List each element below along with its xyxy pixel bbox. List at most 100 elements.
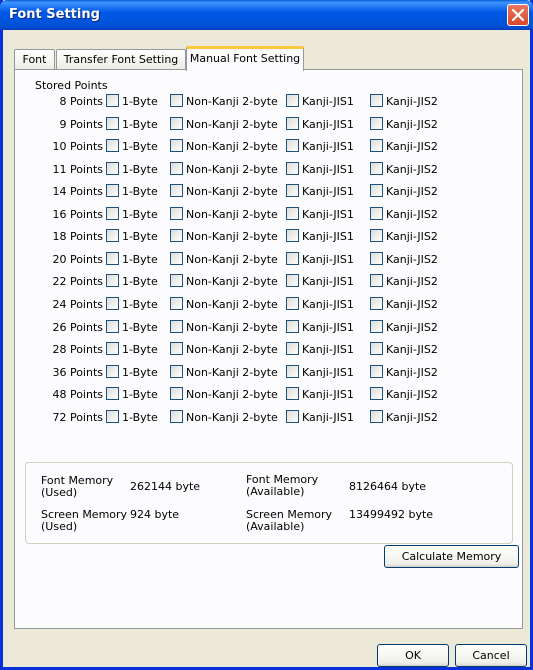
tab-transfer-font-setting[interactable]: Transfer Font Setting — [56, 49, 186, 70]
checkbox-label-kanji-jis1[interactable]: Kanji-JIS1 — [302, 411, 354, 424]
checkbox-1-byte[interactable] — [106, 409, 119, 423]
checkbox-label-kanji-jis1[interactable]: Kanji-JIS1 — [302, 185, 354, 198]
checkbox-label-kanji-jis2[interactable]: Kanji-JIS2 — [386, 163, 438, 176]
checkbox-label-1-byte[interactable]: 1-Byte — [122, 298, 158, 311]
checkbox-label-kanji-jis2[interactable]: Kanji-JIS2 — [386, 388, 438, 401]
checkbox-label-kanji-jis2[interactable]: Kanji-JIS2 — [386, 230, 438, 243]
checkbox-kanji-jis1[interactable] — [286, 251, 299, 265]
checkbox-label-kanji-jis1[interactable]: Kanji-JIS1 — [302, 230, 354, 243]
checkbox-label-1-byte[interactable]: 1-Byte — [122, 140, 158, 153]
checkbox-kanji-jis1[interactable] — [286, 342, 299, 356]
checkbox-label-1-byte[interactable]: 1-Byte — [122, 343, 158, 356]
checkbox-non-kanji-2-byte[interactable] — [170, 296, 183, 310]
checkbox-1-byte[interactable] — [106, 251, 119, 265]
checkbox-kanji-jis2[interactable] — [370, 296, 383, 310]
checkbox-non-kanji-2-byte[interactable] — [170, 206, 183, 220]
checkbox-kanji-jis1[interactable] — [286, 161, 299, 175]
checkbox-label-1-byte[interactable]: 1-Byte — [122, 95, 158, 108]
checkbox-kanji-jis2[interactable] — [370, 116, 383, 130]
checkbox-kanji-jis1[interactable] — [286, 94, 299, 107]
checkbox-label-kanji-jis1[interactable]: Kanji-JIS1 — [302, 208, 354, 221]
checkbox-label-non-kanji-2-byte[interactable]: Non-Kanji 2-byte — [186, 388, 278, 401]
ok-button[interactable]: OK — [377, 644, 449, 667]
checkbox-kanji-jis2[interactable] — [370, 94, 383, 107]
checkbox-kanji-jis1[interactable] — [286, 364, 299, 378]
checkbox-kanji-jis2[interactable] — [370, 364, 383, 378]
checkbox-label-1-byte[interactable]: 1-Byte — [122, 208, 158, 221]
checkbox-kanji-jis1[interactable] — [286, 409, 299, 423]
checkbox-label-1-byte[interactable]: 1-Byte — [122, 163, 158, 176]
checkbox-kanji-jis1[interactable] — [286, 229, 299, 243]
checkbox-1-byte[interactable] — [106, 206, 119, 220]
checkbox-1-byte[interactable] — [106, 319, 119, 333]
checkbox-label-non-kanji-2-byte[interactable]: Non-Kanji 2-byte — [186, 208, 278, 221]
checkbox-kanji-jis1[interactable] — [286, 296, 299, 310]
checkbox-label-1-byte[interactable]: 1-Byte — [122, 366, 158, 379]
checkbox-kanji-jis2[interactable] — [370, 251, 383, 265]
checkbox-label-1-byte[interactable]: 1-Byte — [122, 275, 158, 288]
checkbox-non-kanji-2-byte[interactable] — [170, 364, 183, 378]
checkbox-non-kanji-2-byte[interactable] — [170, 161, 183, 175]
checkbox-label-kanji-jis2[interactable]: Kanji-JIS2 — [386, 185, 438, 198]
checkbox-kanji-jis1[interactable] — [286, 116, 299, 130]
checkbox-label-1-byte[interactable]: 1-Byte — [122, 230, 158, 243]
checkbox-kanji-jis2[interactable] — [370, 184, 383, 198]
checkbox-kanji-jis2[interactable] — [370, 161, 383, 175]
checkbox-label-kanji-jis2[interactable]: Kanji-JIS2 — [386, 253, 438, 266]
checkbox-non-kanji-2-byte[interactable] — [170, 319, 183, 333]
checkbox-label-kanji-jis2[interactable]: Kanji-JIS2 — [386, 298, 438, 311]
checkbox-kanji-jis2[interactable] — [370, 342, 383, 356]
checkbox-label-non-kanji-2-byte[interactable]: Non-Kanji 2-byte — [186, 321, 278, 334]
checkbox-label-non-kanji-2-byte[interactable]: Non-Kanji 2-byte — [186, 275, 278, 288]
checkbox-1-byte[interactable] — [106, 94, 119, 107]
checkbox-non-kanji-2-byte[interactable] — [170, 184, 183, 198]
checkbox-1-byte[interactable] — [106, 387, 119, 401]
checkbox-1-byte[interactable] — [106, 274, 119, 288]
checkbox-non-kanji-2-byte[interactable] — [170, 94, 183, 107]
checkbox-label-kanji-jis1[interactable]: Kanji-JIS1 — [302, 366, 354, 379]
checkbox-kanji-jis2[interactable] — [370, 409, 383, 423]
checkbox-1-byte[interactable] — [106, 342, 119, 356]
checkbox-label-kanji-jis2[interactable]: Kanji-JIS2 — [386, 95, 438, 108]
checkbox-kanji-jis1[interactable] — [286, 184, 299, 198]
cancel-button[interactable]: Cancel — [455, 644, 527, 667]
tab-font[interactable]: Font — [14, 49, 55, 70]
checkbox-label-kanji-jis2[interactable]: Kanji-JIS2 — [386, 411, 438, 424]
checkbox-1-byte[interactable] — [106, 139, 119, 153]
checkbox-non-kanji-2-byte[interactable] — [170, 387, 183, 401]
checkbox-1-byte[interactable] — [106, 364, 119, 378]
checkbox-label-1-byte[interactable]: 1-Byte — [122, 185, 158, 198]
checkbox-label-non-kanji-2-byte[interactable]: Non-Kanji 2-byte — [186, 343, 278, 356]
checkbox-label-kanji-jis1[interactable]: Kanji-JIS1 — [302, 343, 354, 356]
checkbox-kanji-jis1[interactable] — [286, 319, 299, 333]
checkbox-label-non-kanji-2-byte[interactable]: Non-Kanji 2-byte — [186, 230, 278, 243]
checkbox-kanji-jis2[interactable] — [370, 274, 383, 288]
checkbox-1-byte[interactable] — [106, 296, 119, 310]
checkbox-label-non-kanji-2-byte[interactable]: Non-Kanji 2-byte — [186, 163, 278, 176]
checkbox-label-kanji-jis2[interactable]: Kanji-JIS2 — [386, 118, 438, 131]
checkbox-non-kanji-2-byte[interactable] — [170, 409, 183, 423]
checkbox-label-kanji-jis2[interactable]: Kanji-JIS2 — [386, 208, 438, 221]
checkbox-label-kanji-jis1[interactable]: Kanji-JIS1 — [302, 140, 354, 153]
checkbox-1-byte[interactable] — [106, 116, 119, 130]
checkbox-label-kanji-jis1[interactable]: Kanji-JIS1 — [302, 321, 354, 334]
checkbox-kanji-jis2[interactable] — [370, 387, 383, 401]
checkbox-label-kanji-jis1[interactable]: Kanji-JIS1 — [302, 275, 354, 288]
checkbox-label-kanji-jis2[interactable]: Kanji-JIS2 — [386, 343, 438, 356]
checkbox-label-kanji-jis1[interactable]: Kanji-JIS1 — [302, 163, 354, 176]
checkbox-1-byte[interactable] — [106, 184, 119, 198]
checkbox-label-kanji-jis2[interactable]: Kanji-JIS2 — [386, 321, 438, 334]
checkbox-non-kanji-2-byte[interactable] — [170, 116, 183, 130]
checkbox-label-kanji-jis1[interactable]: Kanji-JIS1 — [302, 95, 354, 108]
close-button[interactable] — [507, 4, 529, 26]
checkbox-label-1-byte[interactable]: 1-Byte — [122, 253, 158, 266]
checkbox-label-1-byte[interactable]: 1-Byte — [122, 411, 158, 424]
checkbox-label-1-byte[interactable]: 1-Byte — [122, 321, 158, 334]
checkbox-kanji-jis2[interactable] — [370, 319, 383, 333]
checkbox-label-non-kanji-2-byte[interactable]: Non-Kanji 2-byte — [186, 298, 278, 311]
checkbox-label-kanji-jis1[interactable]: Kanji-JIS1 — [302, 253, 354, 266]
checkbox-label-non-kanji-2-byte[interactable]: Non-Kanji 2-byte — [186, 253, 278, 266]
checkbox-non-kanji-2-byte[interactable] — [170, 274, 183, 288]
checkbox-non-kanji-2-byte[interactable] — [170, 229, 183, 243]
checkbox-kanji-jis1[interactable] — [286, 387, 299, 401]
